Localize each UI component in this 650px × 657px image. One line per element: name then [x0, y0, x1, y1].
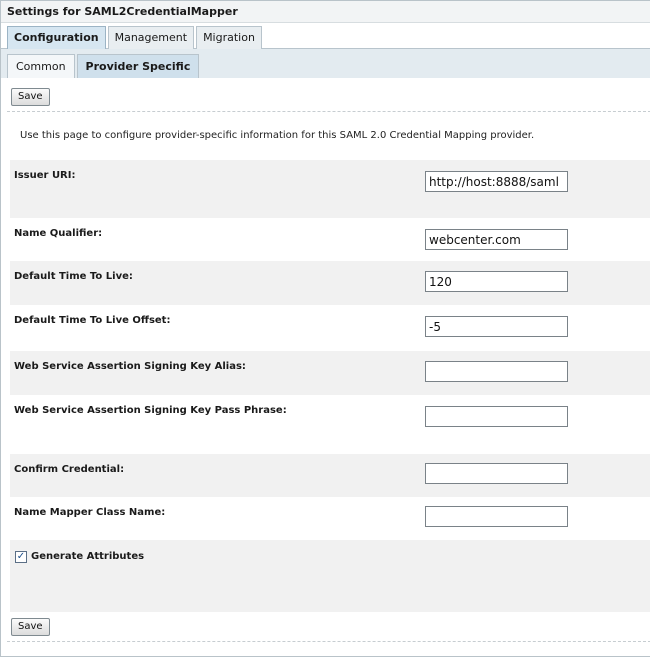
confirm-credential-label: Confirm Credential:	[14, 464, 125, 475]
row-default-ttl-offset: Default Time To Live Offset:	[10, 305, 650, 351]
tab-management[interactable]: Management	[107, 26, 195, 49]
generate-attributes-checkbox[interactable]: ✓	[15, 551, 27, 563]
save-button-bottom[interactable]: Save	[11, 618, 50, 636]
row-confirm-credential: Confirm Credential:	[10, 454, 650, 497]
name-qualifier-label: Name Qualifier:	[14, 228, 103, 239]
save-button-top[interactable]: Save	[11, 88, 50, 106]
subtab-provider-specific[interactable]: Provider Specific	[76, 54, 200, 78]
ws-signing-key-pass-label: Web Service Assertion Signing Key Pass P…	[14, 405, 287, 416]
main-tabs: Configuration Management Migration	[7, 26, 264, 49]
row-default-ttl: Default Time To Live:	[10, 261, 650, 305]
ws-signing-key-pass-field[interactable]	[425, 406, 568, 427]
issuer-uri-label: Issuer URI:	[14, 170, 76, 181]
default-ttl-offset-field[interactable]	[425, 316, 568, 337]
row-issuer-uri: Issuer URI:	[10, 160, 650, 218]
name-mapper-class-label: Name Mapper Class Name:	[14, 507, 166, 518]
issuer-uri-field[interactable]	[425, 171, 568, 192]
default-ttl-offset-label: Default Time To Live Offset:	[14, 315, 171, 326]
ws-signing-key-alias-field[interactable]	[425, 361, 568, 382]
ws-signing-key-alias-label: Web Service Assertion Signing Key Alias:	[14, 361, 246, 372]
name-qualifier-field[interactable]	[425, 229, 568, 250]
tab-configuration[interactable]: Configuration	[7, 26, 106, 49]
page-description: Use this page to configure provider-spec…	[20, 130, 535, 141]
default-ttl-field[interactable]	[425, 271, 568, 292]
panel-title: Settings for SAML2CredentialMapper	[1, 1, 650, 23]
confirm-credential-field[interactable]	[425, 463, 568, 484]
subtab-common[interactable]: Common	[7, 54, 75, 78]
row-generate-attributes: ✓ Generate Attributes	[10, 540, 650, 612]
row-ws-signing-key-alias: Web Service Assertion Signing Key Alias:	[10, 351, 650, 395]
default-ttl-label: Default Time To Live:	[14, 271, 133, 282]
generate-attributes-label: Generate Attributes	[31, 551, 145, 562]
divider-top	[7, 111, 650, 112]
settings-panel: Settings for SAML2CredentialMapper Confi…	[0, 0, 650, 657]
tab-migration[interactable]: Migration	[196, 26, 262, 49]
row-name-mapper-class: Name Mapper Class Name:	[10, 497, 650, 540]
row-name-qualifier: Name Qualifier:	[10, 218, 650, 261]
divider-bottom	[7, 641, 650, 642]
sub-tabs: Common Provider Specific	[7, 54, 201, 78]
name-mapper-class-field[interactable]	[425, 506, 568, 527]
row-ws-signing-key-pass: Web Service Assertion Signing Key Pass P…	[10, 395, 650, 454]
